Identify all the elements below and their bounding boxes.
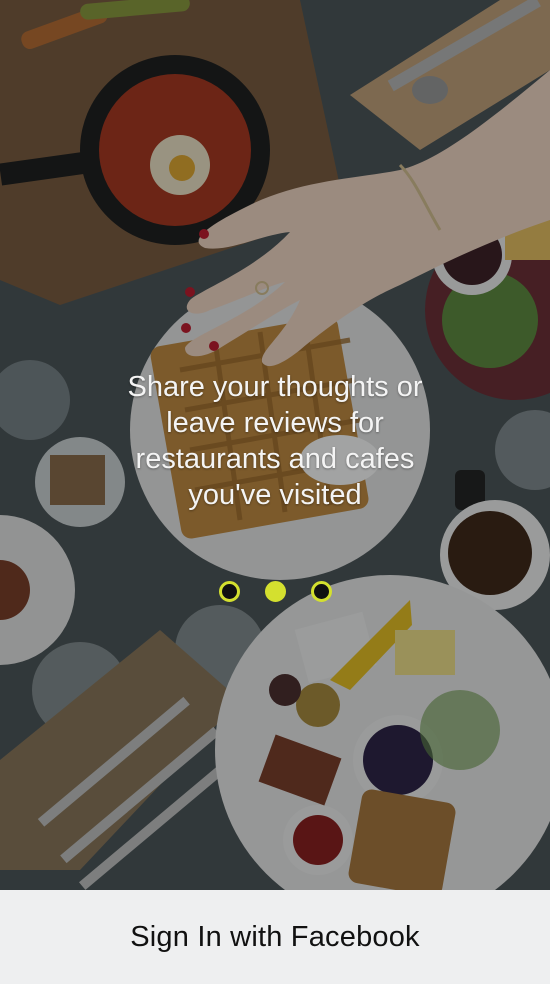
onboarding-message: Share your thoughts or leave reviews for… — [127, 371, 423, 511]
facebook-signin-button[interactable]: Sign In with Facebook — [0, 890, 550, 984]
page-dot-2-active[interactable] — [264, 581, 286, 602]
page-indicator — [0, 581, 550, 602]
facebook-signin-label: Sign In with Facebook — [130, 920, 420, 953]
page-dot-1[interactable] — [218, 581, 240, 602]
onboarding-screen: Share your thoughts or leave reviews for… — [0, 0, 550, 984]
page-dot-3[interactable] — [310, 581, 332, 602]
